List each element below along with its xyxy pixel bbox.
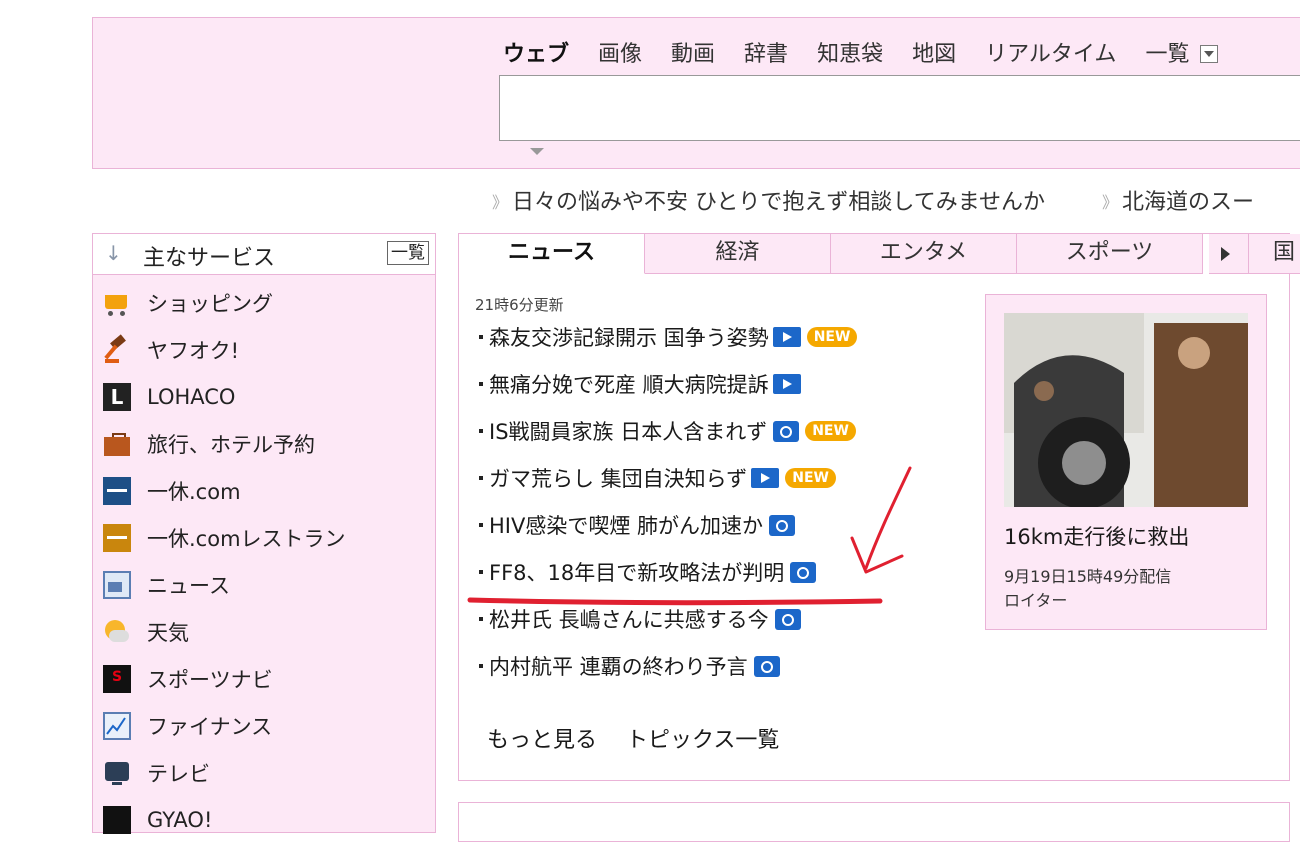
service-sports[interactable]: スポーツナビ (103, 662, 273, 696)
video-icon (772, 374, 801, 394)
ticker-item[interactable]: 》日々の悩みや不安 ひとりで抱えず相談してみませんか (492, 190, 1045, 215)
service-ikyu[interactable]: 一休.com (103, 474, 241, 508)
search-assist-arrow-icon[interactable] (530, 148, 544, 155)
camera-icon (769, 514, 796, 536)
services-header: ↓ 主なサービス 一覧 (93, 234, 435, 275)
gyao-icon (103, 806, 131, 834)
service-finance[interactable]: ファイナンス (103, 709, 272, 743)
service-weather[interactable]: 天気 (103, 615, 189, 649)
camera-icon (790, 561, 817, 583)
video-icon (751, 468, 780, 488)
headline-item[interactable]: 松井氏 長嶋さんに共感する今 (479, 602, 801, 636)
service-lohaco[interactable]: L LOHACO (103, 380, 235, 414)
ticker-item[interactable]: 》北海道のスー (1102, 190, 1254, 215)
headline-item[interactable]: ガマ荒らし 集団自決知らず NEW (479, 461, 836, 495)
chevron-right-icon: 》 (492, 193, 509, 212)
tab-economy[interactable]: 経済 (645, 234, 831, 274)
service-tv[interactable]: テレビ (103, 756, 210, 790)
more-news-link[interactable]: もっと見る (487, 728, 597, 753)
featured-source: ロイター (1004, 591, 1068, 610)
news-tabs: ニュース 経済 エンタメ スポーツ 国 (459, 234, 1300, 274)
search-tab-dictionary[interactable]: 辞書 (744, 42, 788, 67)
dropdown-toggle-icon[interactable] (1200, 45, 1219, 63)
tab-entertainment[interactable]: エンタメ (831, 234, 1017, 274)
search-tab-web[interactable]: ウェブ (503, 42, 569, 67)
featured-date: 9月19日15時49分配信 (1004, 567, 1172, 586)
search-tab-list[interactable]: 一覧 (1145, 42, 1189, 67)
new-badge: NEW (806, 327, 858, 347)
sports-icon (103, 665, 131, 693)
update-time: 21時6分更新 (475, 296, 564, 314)
topics-list-link[interactable]: トピックス一覧 (626, 728, 779, 753)
featured-photo[interactable] (1004, 313, 1248, 507)
ikyu-restaurant-icon (103, 524, 131, 552)
lower-panel (458, 802, 1290, 842)
camera-icon (753, 655, 780, 677)
news-more-links: もっと見る トピックス一覧 (487, 722, 801, 754)
tv-icon (103, 759, 131, 787)
service-auction[interactable]: ヤフオク! (103, 333, 239, 367)
news-panel: ニュース 経済 エンタメ スポーツ 国 21時6分更新 森友交渉記録開示 国争う… (458, 233, 1300, 781)
headline-item[interactable]: 森友交渉記録開示 国争う姿勢 NEW (479, 320, 858, 354)
news-icon (103, 571, 131, 599)
finance-chart-icon (103, 712, 131, 740)
search-tab-images[interactable]: 画像 (598, 42, 642, 67)
search-tab-map[interactable]: 地図 (912, 42, 956, 67)
service-shopping[interactable]: ショッピング (103, 286, 273, 320)
search-tab-video[interactable]: 動画 (671, 42, 715, 67)
search-tabs: ウェブ 画像 動画 辞書 知恵袋 地図 リアルタイム 一覧 (503, 36, 1219, 68)
tab-news[interactable]: ニュース (459, 234, 645, 274)
service-travel[interactable]: 旅行、ホテル予約 (103, 427, 315, 461)
video-icon (772, 327, 801, 347)
tab-sports[interactable]: スポーツ (1017, 234, 1203, 274)
lohaco-icon: L (103, 383, 131, 411)
services-list-button[interactable]: 一覧 (387, 241, 429, 265)
service-gyao[interactable]: GYAO! (103, 803, 212, 837)
search-area: ウェブ 画像 動画 辞書 知恵袋 地図 リアルタイム 一覧 (92, 17, 1300, 169)
suitcase-icon (103, 430, 131, 458)
headline-item[interactable]: 無痛分娩で死産 順大病院提訴 (479, 367, 801, 401)
arrow-down-icon: ↓ (105, 241, 122, 265)
service-news[interactable]: ニュース (103, 568, 230, 602)
featured-story: 16km走行後に救出 9月19日15時49分配信 ロイター (985, 294, 1267, 630)
chevron-right-icon: 》 (1102, 193, 1119, 212)
service-ikyu-restaurant[interactable]: 一休.comレストラン (103, 521, 346, 555)
tab-domestic[interactable]: 国 (1249, 234, 1300, 274)
ikyu-icon (103, 477, 131, 505)
search-tab-chiebukuro[interactable]: 知恵袋 (817, 42, 883, 67)
services-sidebar: ↓ 主なサービス 一覧 ショッピング ヤフオク! L LOHACO 旅行、ホテル… (92, 233, 436, 834)
cart-icon (103, 289, 131, 317)
search-input[interactable] (499, 75, 1300, 141)
promo-ticker: 》日々の悩みや不安 ひとりで抱えず相談してみませんか 》北海道のスー (492, 184, 1300, 216)
new-badge: NEW (785, 468, 836, 488)
featured-caption-link[interactable]: 16km走行後に救出 (1004, 521, 1189, 551)
auction-hammer-icon (103, 334, 131, 364)
headline-item[interactable]: 内村航平 連覇の終わり予言 (479, 649, 780, 683)
new-badge: NEW (805, 421, 856, 441)
headline-item[interactable]: IS戦闘員家族 日本人含まれず NEW (479, 414, 856, 448)
headline-item[interactable]: HIV感染で喫煙 肺がん加速か (479, 508, 796, 542)
camera-icon (773, 420, 800, 442)
search-tab-realtime[interactable]: リアルタイム (985, 42, 1116, 67)
weather-icon (103, 618, 131, 646)
camera-icon (774, 608, 801, 630)
tab-next-arrow-icon[interactable] (1209, 234, 1249, 274)
headline-item-highlighted[interactable]: FF8、18年目で新攻略法が判明 (479, 555, 817, 589)
services-title: 主なサービス (143, 246, 276, 271)
